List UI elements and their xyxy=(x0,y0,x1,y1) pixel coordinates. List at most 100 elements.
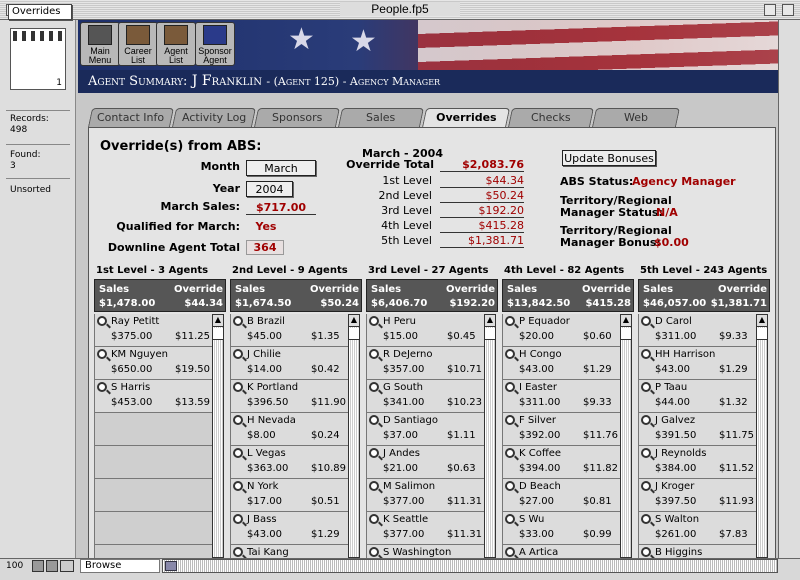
tab-contact-info[interactable]: Contact Info xyxy=(87,108,175,127)
agent-row[interactable]: J Reynolds $384.00 $11.52 xyxy=(638,446,756,479)
magnifier-icon[interactable] xyxy=(505,481,515,491)
tab-overrides[interactable]: Overrides xyxy=(421,108,511,128)
scroll-thumb[interactable] xyxy=(757,328,767,340)
agent-row[interactable]: M Salimon $377.00 $11.31 xyxy=(366,479,484,512)
agent-row[interactable]: J Bass $43.00 $1.29 xyxy=(230,512,348,545)
magnifier-icon[interactable] xyxy=(97,316,107,326)
agent-row[interactable]: S Walton $261.00 $7.83 xyxy=(638,512,756,545)
agent-row[interactable]: K Portland $396.50 $11.90 xyxy=(230,380,348,413)
sponsor-agent-button[interactable]: Sponsor Agent xyxy=(195,22,235,66)
magnifier-icon[interactable] xyxy=(641,316,651,326)
agent-list-button[interactable]: Agent List xyxy=(156,22,196,66)
agents-portal[interactable]: B Brazil $45.00 $1.35 J Chilie $14.00 $0.42 K … xyxy=(230,314,362,558)
magnifier-icon[interactable] xyxy=(505,415,515,425)
scroll-up-icon[interactable]: ▲ xyxy=(349,315,359,327)
scroll-thumb[interactable] xyxy=(213,328,223,340)
tab-sponsors[interactable]: Sponsors xyxy=(253,108,341,127)
update-bonuses-button[interactable]: Update Bonuses xyxy=(562,150,656,166)
agent-row[interactable]: Tai Kang xyxy=(230,545,348,558)
collapse-box[interactable] xyxy=(782,4,794,16)
magnifier-icon[interactable] xyxy=(233,382,243,392)
tab-checks[interactable]: Checks xyxy=(507,108,595,127)
year-field[interactable]: 2004 xyxy=(246,181,293,197)
agent-row[interactable]: J Kroger $397.50 $11.93 xyxy=(638,479,756,512)
magnifier-icon[interactable] xyxy=(369,448,379,458)
magnifier-icon[interactable] xyxy=(369,382,379,392)
magnifier-icon[interactable] xyxy=(641,481,651,491)
window-vertical-scrollbar[interactable] xyxy=(778,20,800,558)
agent-row[interactable]: H Nevada $8.00 $0.24 xyxy=(230,413,348,446)
scroll-thumb[interactable] xyxy=(485,328,495,340)
magnifier-icon[interactable] xyxy=(233,514,243,524)
portal-scrollbar[interactable]: ▲ xyxy=(620,314,632,558)
magnifier-icon[interactable] xyxy=(505,547,515,557)
magnifier-icon[interactable] xyxy=(233,481,243,491)
agent-row[interactable]: H Peru $15.00 $0.45 xyxy=(366,314,484,347)
agent-row[interactable]: L Vegas $363.00 $10.89 xyxy=(230,446,348,479)
magnifier-icon[interactable] xyxy=(641,382,651,392)
agent-row[interactable]: D Beach $27.00 $0.81 xyxy=(502,479,620,512)
agent-row[interactable]: K Coffee $394.00 $11.82 xyxy=(502,446,620,479)
agent-row[interactable]: P Taau $44.00 $1.32 xyxy=(638,380,756,413)
mode-popup[interactable]: Browse xyxy=(80,559,160,573)
window-title-bar[interactable]: People.fp5 xyxy=(0,0,800,20)
magnifier-icon[interactable] xyxy=(369,514,379,524)
agent-row[interactable]: A Artica xyxy=(502,545,620,558)
book-icon[interactable]: 1 xyxy=(10,28,66,90)
magnifier-icon[interactable] xyxy=(641,415,651,425)
scroll-thumb[interactable] xyxy=(349,328,359,340)
agent-row[interactable]: J Galvez $391.50 $11.75 xyxy=(638,413,756,446)
scroll-thumb[interactable] xyxy=(621,328,631,340)
magnifier-icon[interactable] xyxy=(369,547,379,557)
agents-portal[interactable]: Ray Petitt $375.00 $11.25 KM Nguyen $650.00 $… xyxy=(94,314,226,558)
magnifier-icon[interactable] xyxy=(233,547,243,557)
magnifier-icon[interactable] xyxy=(233,448,243,458)
agent-row[interactable]: B Brazil $45.00 $1.35 xyxy=(230,314,348,347)
agent-row[interactable]: P Equador $20.00 $0.60 xyxy=(502,314,620,347)
agent-row[interactable]: J Chilie $14.00 $0.42 xyxy=(230,347,348,380)
magnifier-icon[interactable] xyxy=(641,547,651,557)
portal-scrollbar[interactable]: ▲ xyxy=(348,314,360,558)
magnifier-icon[interactable] xyxy=(233,415,243,425)
magnifier-icon[interactable] xyxy=(369,349,379,359)
agents-portal[interactable]: D Carol $311.00 $9.33 HH Harrison $43.00 $1.2… xyxy=(638,314,770,558)
magnifier-icon[interactable] xyxy=(369,316,379,326)
agent-row[interactable]: R DeJerno $357.00 $10.71 xyxy=(366,347,484,380)
agent-row[interactable]: S Wu $33.00 $0.99 xyxy=(502,512,620,545)
tab-activity-log[interactable]: Activity Log xyxy=(171,108,257,127)
scroll-up-icon[interactable]: ▲ xyxy=(757,315,767,327)
agents-portal[interactable]: H Peru $15.00 $0.45 R DeJerno $357.00 $10.71 G… xyxy=(366,314,498,558)
career-list-button[interactable]: Career List xyxy=(118,22,158,66)
agent-row[interactable]: D Carol $311.00 $9.33 xyxy=(638,314,756,347)
agents-portal[interactable]: P Equador $20.00 $0.60 H Congo $43.00 $1.29 I … xyxy=(502,314,634,558)
magnifier-icon[interactable] xyxy=(505,349,515,359)
agent-row[interactable]: H Congo $43.00 $1.29 xyxy=(502,347,620,380)
month-field[interactable]: March xyxy=(246,160,316,176)
agent-row[interactable]: I Easter $311.00 $9.33 xyxy=(502,380,620,413)
agent-row[interactable]: HH Harrison $43.00 $1.29 xyxy=(638,347,756,380)
magnifier-icon[interactable] xyxy=(97,382,107,392)
agent-row[interactable]: KM Nguyen $650.00 $19.50 xyxy=(94,347,212,380)
agent-row[interactable]: K Seattle $377.00 $11.31 xyxy=(366,512,484,545)
agent-row[interactable]: J Andes $21.00 $0.63 xyxy=(366,446,484,479)
horizontal-scrollbar[interactable] xyxy=(162,559,778,573)
zoom-box[interactable] xyxy=(764,4,776,16)
magnifier-icon[interactable] xyxy=(97,349,107,359)
magnifier-icon[interactable] xyxy=(233,316,243,326)
magnifier-icon[interactable] xyxy=(505,382,515,392)
agent-row[interactable]: F Silver $392.00 $11.76 xyxy=(502,413,620,446)
zoom-level[interactable]: 100 xyxy=(6,561,23,571)
agent-row[interactable]: Ray Petitt $375.00 $11.25 xyxy=(94,314,212,347)
scroll-thumb[interactable] xyxy=(165,561,177,571)
layout-popup[interactable]: Overrides xyxy=(8,4,72,20)
magnifier-icon[interactable] xyxy=(233,349,243,359)
scroll-up-icon[interactable]: ▲ xyxy=(485,315,495,327)
tab-sales[interactable]: Sales xyxy=(337,108,425,127)
scroll-up-icon[interactable]: ▲ xyxy=(213,315,223,327)
magnifier-icon[interactable] xyxy=(369,415,379,425)
agent-row[interactable]: S Washington xyxy=(366,545,484,558)
status-toggle-icon[interactable] xyxy=(60,560,74,572)
zoom-out-icon[interactable] xyxy=(32,560,44,572)
tab-web[interactable]: Web xyxy=(591,108,681,127)
agent-row[interactable]: G South $341.00 $10.23 xyxy=(366,380,484,413)
